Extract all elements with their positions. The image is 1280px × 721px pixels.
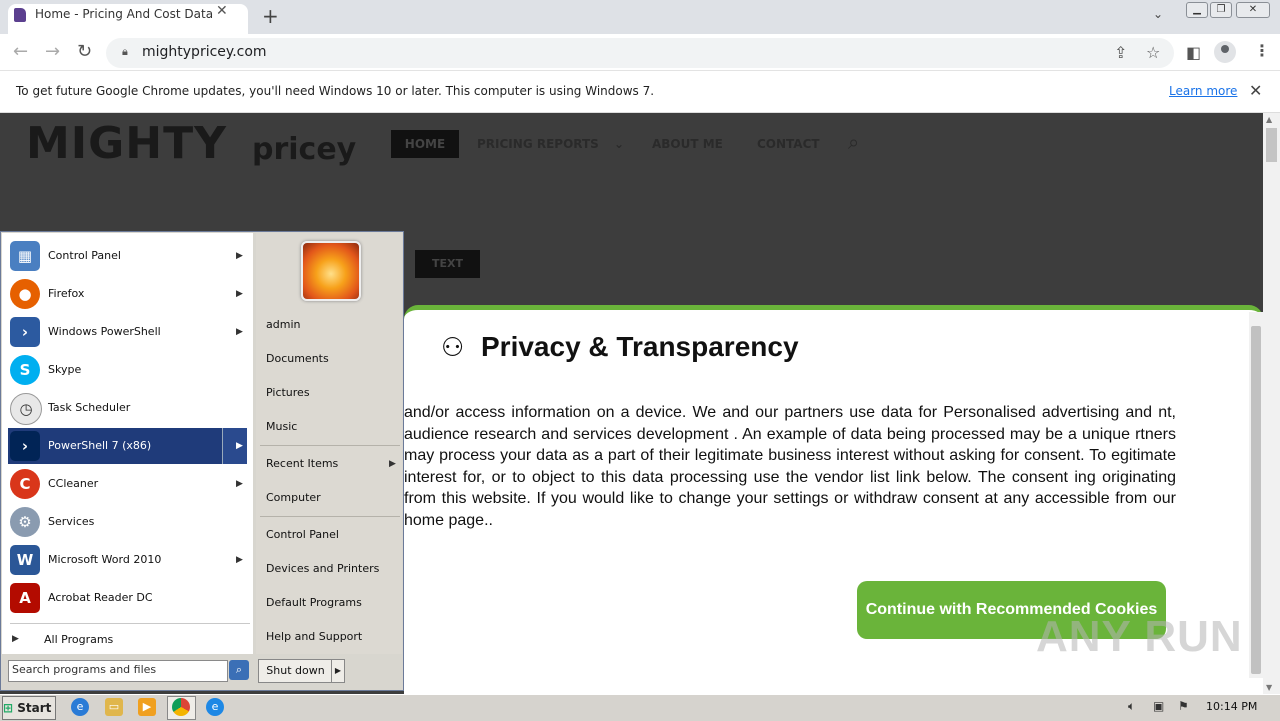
all-programs-arrow-icon: ▶ [12,634,19,644]
computer-link[interactable]: Computer [266,491,321,504]
user-avatar[interactable] [301,241,361,301]
profile-head-icon [1221,45,1229,53]
powershell-icon: › [10,317,40,347]
modal-body-text: and/or access information on a device. W… [404,404,1176,529]
shutdown-button[interactable]: Shut down [258,659,333,683]
start-item-label: Task Scheduler [48,401,131,414]
divider [260,516,400,517]
firefox-icon: ● [10,279,40,309]
site-logo-sub[interactable]: pricey [252,132,356,167]
modal-scrollbar-thumb[interactable] [1251,326,1261,674]
minimize-button[interactable]: ▁ [1186,2,1208,18]
submenu-arrow-icon: ▶ [236,479,243,489]
nav-pricing-reports[interactable]: PRICING REPORTS [477,137,599,151]
tab-search-chevron-icon[interactable]: ⌄ [1153,7,1163,21]
restore-button[interactable]: ❐ [1210,2,1232,18]
search-icon[interactable]: ⌕ [848,130,859,154]
user-folder-link[interactable]: admin [266,318,300,331]
back-icon[interactable]: ← [13,41,28,62]
volume-icon[interactable]: 🔈︎ [1128,699,1135,714]
default-programs-link[interactable]: Default Programs [266,596,362,609]
word-icon: W [10,545,40,575]
nav-contact[interactable]: CONTACT [757,137,820,151]
url-text[interactable]: mightypricey.com [142,44,267,60]
start-item-label: Services [48,515,95,528]
tab-close-icon[interactable]: ✕ [216,3,228,19]
devices-printers-link[interactable]: Devices and Printers [266,562,379,575]
scroll-up-icon[interactable]: ▲ [1266,115,1272,124]
anyrun-watermark: ANY RUN [1036,612,1243,661]
explorer-folder-icon[interactable]: ▭ [105,698,123,716]
page-scrollbar-thumb[interactable] [1266,128,1277,162]
help-support-link[interactable]: Help and Support [266,630,362,643]
site-favicon-icon [14,8,26,22]
media-player-icon[interactable]: ▶ [138,698,156,716]
submenu-arrow-icon: ▶ [236,289,243,299]
start-item-label: Windows PowerShell [48,325,161,338]
edge-icon[interactable]: e [206,698,224,716]
clock[interactable]: 10:14 PM [1206,700,1257,713]
ccleaner-icon: C [10,469,40,499]
music-link[interactable]: Music [266,420,297,433]
start-search-input[interactable]: Search programs and files [12,663,156,676]
new-tab-button[interactable]: + [262,4,279,28]
start-label: Start [17,701,52,715]
nav-home[interactable]: HOME [391,130,459,158]
powershell7-icon: › [10,431,40,461]
site-logo[interactable]: MIGHTY [26,118,227,169]
share-icon[interactable]: ⇪ [1114,43,1127,62]
page-button[interactable]: TEXT [415,250,480,278]
lock-icon[interactable]: 🔒︎ [122,45,128,59]
close-icon[interactable]: ✕ [1249,81,1262,100]
divider [260,445,400,446]
all-programs-button[interactable]: All Programs [44,633,113,646]
network-icon[interactable]: ▣ [1153,699,1164,713]
start-item-label: CCleaner [48,477,99,490]
start-item-label: Acrobat Reader DC [48,591,153,604]
start-item-label: PowerShell 7 (x86) [48,439,152,452]
submenu-arrow-icon: ▶ [236,251,243,261]
page-scrollbar[interactable] [1263,113,1280,694]
reload-icon[interactable]: ↻ [77,41,92,62]
documents-link[interactable]: Documents [266,352,329,365]
acrobat-icon: A [10,583,40,613]
menu-icon[interactable]: ⋮ [1254,41,1270,60]
windows-flag-icon: ⊞ [3,701,14,715]
recent-items-link[interactable]: Recent Items [266,457,338,470]
search-icon[interactable]: ⌕ [229,660,249,680]
side-panel-icon[interactable]: ◧ [1186,43,1201,62]
scroll-down-icon[interactable]: ▼ [1266,683,1272,692]
submenu-arrow-icon: ▶ [389,459,396,469]
forward-icon[interactable]: → [45,41,60,62]
shutdown-options-arrow-icon[interactable]: ▶ [331,659,345,683]
tab-title: Home - Pricing And Cost Data [35,7,214,21]
close-window-button[interactable]: ✕ [1236,2,1270,18]
start-item-label: Firefox [48,287,85,300]
services-gear-icon: ⚙ [10,507,40,537]
modal-title: Privacy & Transparency [481,331,799,362]
control-panel-icon: ▦ [10,241,40,271]
submenu-arrow-icon: ▶ [236,327,243,337]
task-scheduler-icon: ◷ [10,393,42,425]
submenu-arrow-icon: ▶ [236,555,243,565]
nav-dropdown-chevron-icon: ⌄ [614,137,625,151]
star-icon[interactable]: ☆ [1146,43,1160,62]
info-bar-message: To get future Google Chrome updates, you… [16,84,655,98]
start-button[interactable]: ⊞ Start [2,696,56,720]
start-item-label: Control Panel [48,249,121,262]
submenu-arrow-icon: ▶ [236,441,243,451]
learn-more-link[interactable]: Learn more [1169,84,1237,98]
internet-explorer-icon[interactable]: e [71,698,89,716]
pictures-link[interactable]: Pictures [266,386,310,399]
cookie-icon: ⚇ [441,333,465,363]
skype-icon: S [10,355,40,385]
action-center-flag-icon[interactable]: ⚑ [1178,699,1189,713]
control-panel-link[interactable]: Control Panel [266,528,339,541]
chrome-icon[interactable] [172,698,190,716]
start-item-label: Skype [48,363,82,376]
divider [10,623,250,624]
nav-about-me[interactable]: ABOUT ME [652,137,723,151]
start-item-label: Microsoft Word 2010 [48,553,162,566]
